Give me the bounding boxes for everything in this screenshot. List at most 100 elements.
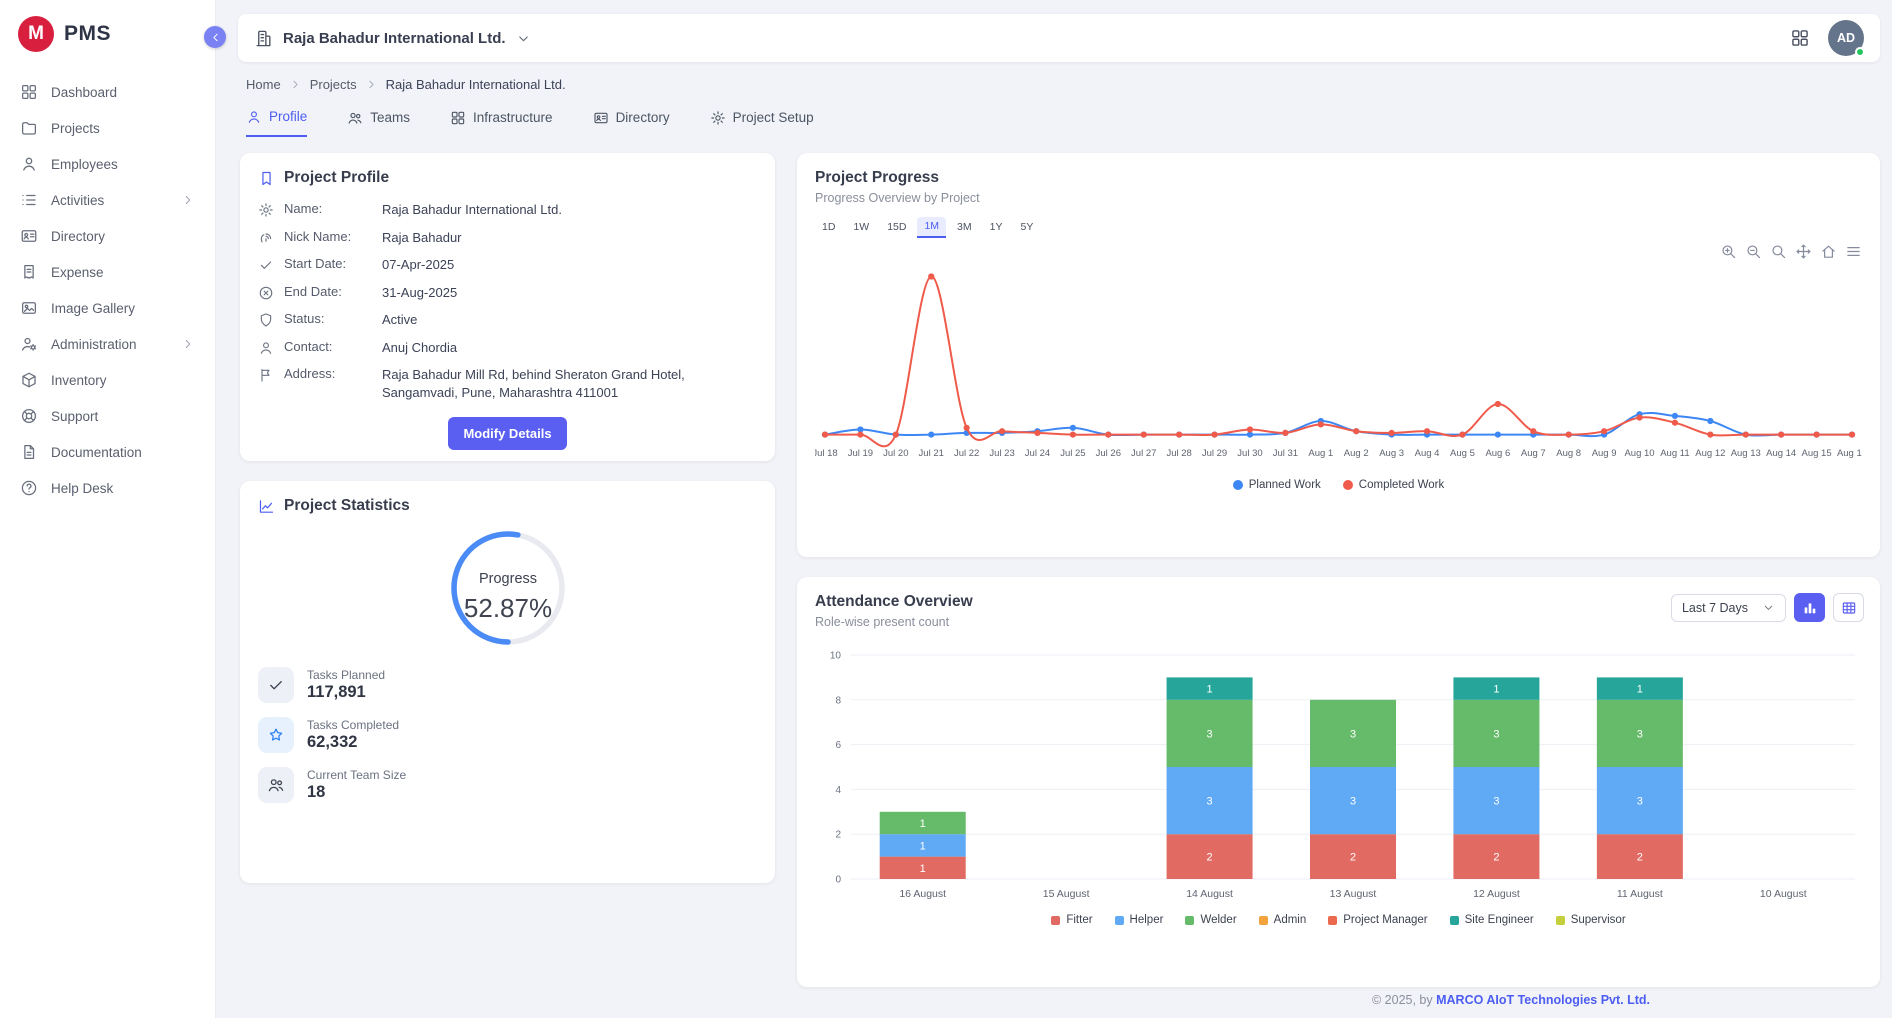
legend-label: Supervisor (1571, 914, 1626, 926)
modify-details-button[interactable]: Modify Details (448, 417, 566, 450)
avatar-initials: AD (1837, 31, 1855, 45)
legend-item[interactable]: Helper (1115, 914, 1164, 926)
svg-text:3: 3 (1350, 796, 1356, 808)
tab-label: Teams (370, 110, 410, 125)
sidebar-item-label: Documentation (51, 445, 142, 460)
sidebar-item-employees[interactable]: Employees (6, 146, 209, 182)
svg-text:12 August: 12 August (1473, 888, 1520, 900)
svg-text:Jul 25: Jul 25 (1060, 448, 1085, 459)
attendance-bar-chart[interactable]: 024681016 August11115 August14 August233… (815, 643, 1862, 910)
home-reset-icon[interactable] (1820, 243, 1837, 260)
sidebar-collapse-button[interactable] (204, 26, 226, 48)
legend-item[interactable]: Supervisor (1556, 914, 1626, 926)
sidebar-item-dashboard[interactable]: Dashboard (6, 74, 209, 110)
profile-tab-icon (246, 109, 262, 125)
svg-text:10: 10 (830, 651, 842, 662)
sidebar-item-help-desk[interactable]: Help Desk (6, 470, 209, 506)
attendance-chart-legend: Fitter Helper Welder Admin Project Manager Si… (815, 914, 1862, 926)
card-title: Project Profile (284, 169, 389, 187)
company-link[interactable]: MARCO AIoT Technologies Pvt. Ltd. (1436, 993, 1650, 1007)
svg-text:3: 3 (1350, 728, 1356, 740)
svg-text:Jul 19: Jul 19 (848, 448, 873, 459)
sidebar-item-activities[interactable]: Activities (6, 182, 209, 218)
pan-icon[interactable] (1795, 243, 1812, 260)
chevron-right-icon (181, 337, 195, 351)
breadcrumb-home[interactable]: Home (246, 77, 281, 92)
svg-text:Aug 5: Aug 5 (1450, 448, 1475, 459)
legend-swatch (1556, 916, 1565, 925)
tab-directory[interactable]: Directory (593, 107, 670, 137)
legend-item[interactable]: Fitter (1051, 914, 1092, 926)
legend-item[interactable]: Site Engineer (1450, 914, 1534, 926)
svg-text:Jul 28: Jul 28 (1166, 448, 1191, 459)
progress-line-chart[interactable]: Jul 18Jul 19Jul 20Jul 21Jul 22Jul 23Jul … (815, 252, 1862, 475)
svg-text:Jul 22: Jul 22 (954, 448, 979, 459)
date-range-select[interactable]: Last 7 Days (1671, 594, 1786, 622)
legend-item[interactable]: Completed Work (1343, 479, 1444, 491)
legend-item[interactable]: Admin (1259, 914, 1307, 926)
range-1m[interactable]: 1M (917, 217, 946, 238)
progress-gauge: Progress 52.87% (258, 525, 757, 655)
logo-mark: M (18, 16, 54, 52)
expense-icon (20, 263, 38, 281)
fingerprint-icon (258, 230, 274, 246)
chart-line-icon (258, 498, 275, 515)
user-avatar[interactable]: AD (1828, 20, 1864, 56)
menu-icon[interactable] (1845, 243, 1862, 260)
sidebar-item-administration[interactable]: Administration (6, 326, 209, 362)
range-15d[interactable]: 15D (880, 217, 913, 238)
field-contact: Contact:Anuj Chordia (258, 339, 757, 357)
sidebar-item-image-gallery[interactable]: Image Gallery (6, 290, 209, 326)
svg-text:3: 3 (1637, 728, 1643, 740)
zoom-in-icon[interactable] (1720, 243, 1737, 260)
legend-item[interactable]: Project Manager (1328, 914, 1427, 926)
tab-profile[interactable]: Profile (246, 107, 307, 137)
svg-text:1: 1 (1207, 684, 1213, 696)
tab-project-setup[interactable]: Project Setup (710, 107, 814, 137)
breadcrumb-projects[interactable]: Projects (310, 77, 357, 92)
sidebar-item-inventory[interactable]: Inventory (6, 362, 209, 398)
shield-icon (258, 312, 274, 328)
sidebar-item-documentation[interactable]: Documentation (6, 434, 209, 470)
range-1w[interactable]: 1W (846, 217, 876, 238)
apps-grid-icon[interactable] (1790, 28, 1810, 48)
legend-item[interactable]: Welder (1185, 914, 1236, 926)
sidebar-item-label: Directory (51, 229, 105, 244)
svg-text:Aug 15: Aug 15 (1802, 448, 1832, 459)
svg-text:Aug 1: Aug 1 (1308, 448, 1333, 459)
main-area: Raja Bahadur International Ltd. AD Home … (216, 0, 1892, 1018)
chevron-right-icon (181, 193, 195, 207)
employees-icon (20, 155, 38, 173)
sidebar-item-directory[interactable]: Directory (6, 218, 209, 254)
zoom-icon[interactable] (1770, 243, 1787, 260)
stat-team-size: Current Team Size18 (258, 767, 757, 803)
tab-bar: Profile Teams Infrastructure Directory P… (246, 107, 1892, 137)
tab-teams[interactable]: Teams (347, 107, 410, 137)
svg-text:2: 2 (835, 830, 841, 841)
range-1y[interactable]: 1Y (983, 217, 1010, 238)
sidebar-item-projects[interactable]: Projects (6, 110, 209, 146)
range-1d[interactable]: 1D (815, 217, 842, 238)
legend-label: Helper (1130, 914, 1164, 926)
right-column: Project Progress Progress Overview by Pr… (797, 153, 1880, 987)
administration-icon (20, 335, 38, 353)
sidebar-item-support[interactable]: Support (6, 398, 209, 434)
legend-label: Admin (1274, 914, 1307, 926)
sidebar-item-expense[interactable]: Expense (6, 254, 209, 290)
tab-label: Profile (269, 109, 307, 124)
svg-text:Jul 24: Jul 24 (1025, 448, 1050, 459)
zoom-out-icon[interactable] (1745, 243, 1762, 260)
bar-view-toggle[interactable] (1794, 593, 1825, 622)
chevron-left-icon (209, 31, 222, 44)
range-3m[interactable]: 3M (950, 217, 979, 238)
building-icon (254, 29, 273, 48)
tab-infrastructure[interactable]: Infrastructure (450, 107, 553, 137)
company-selector[interactable]: Raja Bahadur International Ltd. (254, 29, 531, 48)
chart-toolbar (1720, 243, 1862, 260)
table-view-toggle[interactable] (1833, 593, 1864, 622)
range-5y[interactable]: 5Y (1013, 217, 1040, 238)
svg-text:1: 1 (1637, 684, 1643, 696)
svg-text:Aug 10: Aug 10 (1624, 448, 1654, 459)
svg-text:11 August: 11 August (1617, 888, 1663, 900)
legend-item[interactable]: Planned Work (1233, 479, 1321, 491)
